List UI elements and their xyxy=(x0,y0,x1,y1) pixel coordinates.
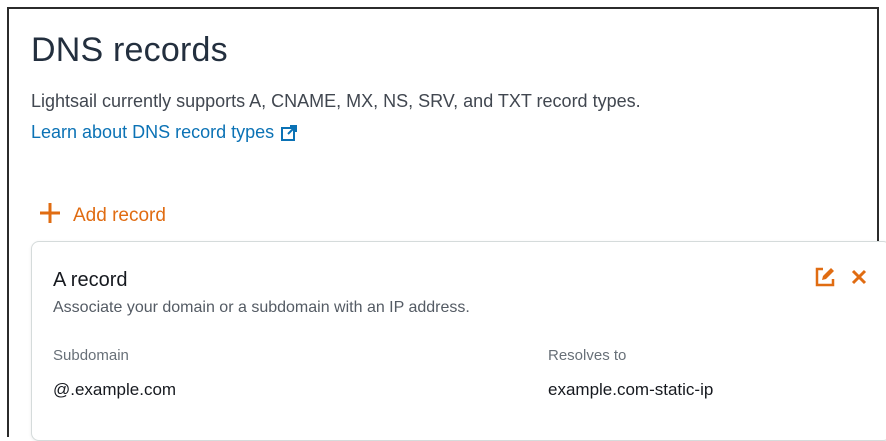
close-icon[interactable] xyxy=(850,268,868,286)
subdomain-label: Subdomain xyxy=(53,347,129,364)
record-subtitle: Associate your domain or a subdomain wit… xyxy=(53,299,470,316)
add-record-label: Add record xyxy=(73,204,166,226)
resolves-to-label: Resolves to xyxy=(548,347,627,364)
record-actions xyxy=(814,266,868,288)
add-record-button[interactable]: Add record xyxy=(39,202,166,229)
page-title: DNS records xyxy=(31,31,228,69)
a-record-card: A record Associate your domain or a subd… xyxy=(31,241,886,441)
dns-records-panel: DNS records Lightsail currently supports… xyxy=(7,7,886,441)
resolves-to-value: example.com-static-ip xyxy=(548,380,714,399)
external-link-icon xyxy=(280,124,298,142)
edit-icon[interactable] xyxy=(814,266,836,288)
section-description: Lightsail currently supports A, CNAME, M… xyxy=(31,91,641,111)
subdomain-value: @.example.com xyxy=(53,380,177,399)
plus-icon xyxy=(39,202,61,229)
learn-dns-record-types-link[interactable]: Learn about DNS record types xyxy=(31,122,298,143)
record-title: A record xyxy=(53,269,128,291)
learn-link-label: Learn about DNS record types xyxy=(31,122,275,142)
